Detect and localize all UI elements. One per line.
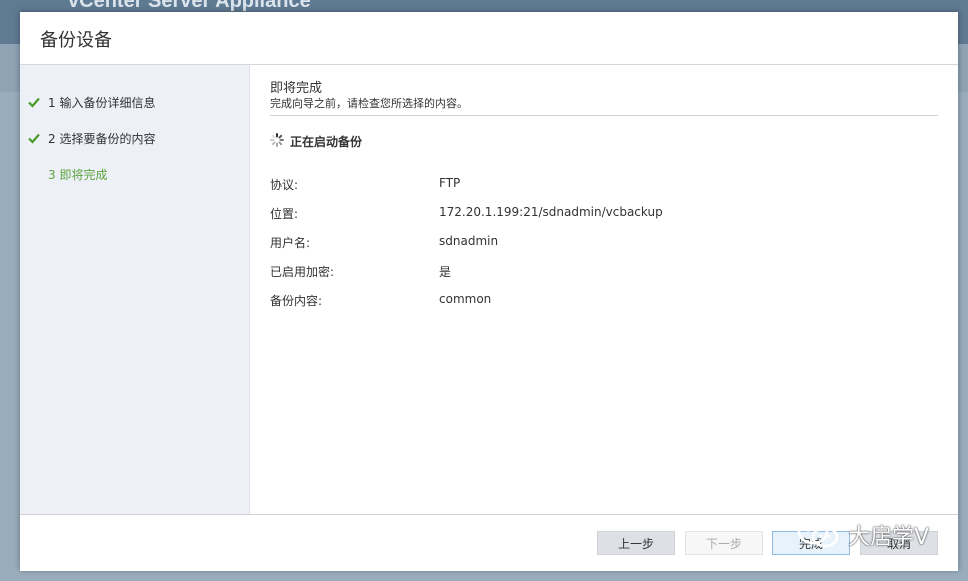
next-button[interactable]: 下一步 — [685, 531, 763, 555]
status-text: 正在启动备份 — [290, 135, 363, 149]
detail-row-content: 备份内容: common — [270, 292, 930, 310]
wizard-content: 即将完成 完成向导之前，请检查您所选择的内容。 正在启动备份 协议: FTP 位… — [250, 65, 958, 514]
wizard-step-2[interactable]: 2 选择要备份的内容 — [20, 129, 249, 149]
wizard-step-1[interactable]: 1 输入备份详细信息 — [20, 93, 249, 113]
detail-key: 位置: — [270, 207, 299, 221]
wizard-step-label: 1 输入备份详细信息 — [48, 96, 156, 110]
detail-key: 已启用加密: — [270, 265, 335, 279]
detail-row-encryption: 已启用加密: 是 — [270, 263, 930, 281]
detail-key: 用户名: — [270, 236, 311, 250]
page-subtitle: 完成向导之前，请检查您所选择的内容。 — [270, 97, 468, 110]
wizard-step-label: 3 即将完成 — [48, 168, 108, 182]
detail-value: 172.20.1.199:21/sdnadmin/vcbackup — [439, 205, 663, 219]
watermark: 大扂学V — [796, 515, 966, 553]
detail-value: common — [439, 292, 492, 306]
loading-spinner-icon — [270, 133, 284, 147]
dialog-header: 备份设备 — [20, 12, 958, 65]
watermark-text: 大扂学V — [848, 525, 930, 550]
prev-button[interactable]: 上一步 — [597, 531, 675, 555]
wechat-logo-icon — [797, 519, 839, 548]
wizard-step-label: 2 选择要备份的内容 — [48, 132, 156, 146]
detail-key: 协议: — [270, 178, 299, 192]
wizard-steps: 1 输入备份详细信息 2 选择要备份的内容 3 即将完成 — [20, 65, 250, 514]
wizard-step-3[interactable]: 3 即将完成 — [20, 165, 249, 185]
detail-value: FTP — [439, 176, 461, 190]
detail-key: 备份内容: — [270, 294, 323, 308]
checkmark-icon — [28, 97, 40, 108]
detail-row-username: 用户名: sdnadmin — [270, 234, 930, 252]
content-divider — [270, 115, 938, 116]
page-title: 即将完成 — [270, 81, 323, 96]
checkmark-icon — [28, 133, 40, 144]
dialog-title: 备份设备 — [40, 30, 112, 51]
detail-value: 是 — [439, 265, 452, 279]
detail-row-protocol: 协议: FTP — [270, 176, 930, 194]
detail-row-location: 位置: 172.20.1.199:21/sdnadmin/vcbackup — [270, 205, 930, 223]
detail-value: sdnadmin — [439, 234, 499, 248]
backup-dialog: 备份设备 1 输入备份详细信息 2 选择要备份的内容 3 即将完成 即将完成 完… — [20, 12, 958, 571]
